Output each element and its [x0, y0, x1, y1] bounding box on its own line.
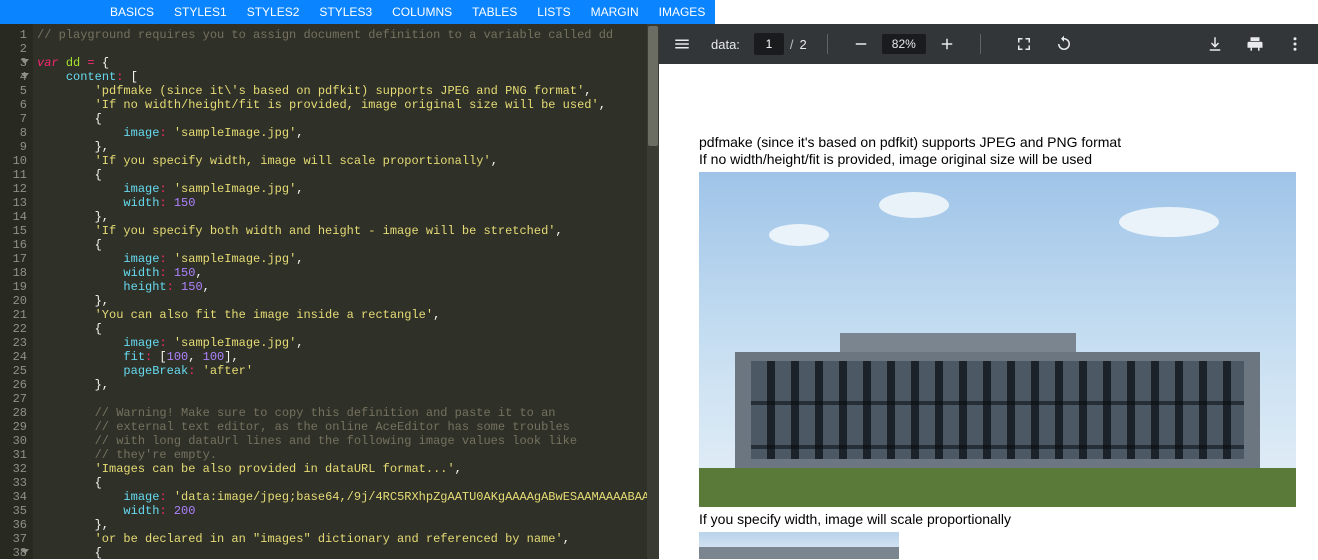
more-icon[interactable] — [1282, 31, 1308, 57]
page-separator: / — [790, 37, 794, 52]
rotate-icon[interactable] — [1051, 31, 1077, 57]
menu-icon[interactable] — [669, 31, 695, 57]
pdf-image-small — [699, 532, 899, 559]
tab-styles2[interactable]: STYLES2 — [237, 0, 310, 24]
top-tab-bar: BASICSSTYLES1STYLES2STYLES3COLUMNSTABLES… — [0, 0, 1318, 24]
tab-basics[interactable]: BASICS — [100, 0, 164, 24]
pdf-toolbar: data: / 2 82% — [659, 24, 1318, 64]
zoom-out-icon[interactable] — [848, 31, 874, 57]
scrollbar-thumb[interactable] — [648, 26, 658, 146]
zoom-in-icon[interactable] — [934, 31, 960, 57]
page-number-input[interactable] — [754, 33, 784, 55]
print-icon[interactable] — [1242, 31, 1268, 57]
pdf-text-line: pdfmake (since it's based on pdfkit) sup… — [659, 134, 1318, 151]
tab-styles1[interactable]: STYLES1 — [164, 0, 237, 24]
pdf-preview-pane: data: / 2 82% pdfmake — [659, 24, 1318, 559]
tab-tables[interactable]: TABLES — [462, 0, 527, 24]
tab-margin[interactable]: MARGIN — [581, 0, 649, 24]
page-total: 2 — [800, 37, 807, 52]
pdf-image — [699, 172, 1296, 507]
fit-page-icon[interactable] — [1011, 31, 1037, 57]
example-tabs: BASICSSTYLES1STYLES2STYLES3COLUMNSTABLES… — [100, 0, 715, 24]
download-icon[interactable] — [1202, 31, 1228, 57]
editor-gutter: 1234567891011121314151617181920212223242… — [0, 24, 33, 559]
pdf-text-line: If you specify width, image will scale p… — [659, 511, 1318, 528]
tab-styles3[interactable]: STYLES3 — [309, 0, 382, 24]
pdf-text-line: If no width/height/fit is provided, imag… — [659, 151, 1318, 168]
editor-code[interactable]: // playground requires you to assign doc… — [33, 24, 647, 559]
code-editor-pane[interactable]: 1234567891011121314151617181920212223242… — [0, 24, 659, 559]
editor-scrollbar[interactable] — [647, 24, 659, 559]
pdf-filename: data: — [711, 37, 740, 52]
pdf-page-view[interactable]: pdfmake (since it's based on pdfkit) sup… — [659, 64, 1318, 559]
zoom-value[interactable]: 82% — [882, 34, 926, 54]
print-link[interactable]: PRINT — [988, 0, 1024, 3]
tab-columns[interactable]: COLUMNS — [382, 0, 462, 24]
tab-lists[interactable]: LISTS — [527, 0, 580, 24]
tab-images[interactable]: IMAGES — [649, 0, 716, 24]
